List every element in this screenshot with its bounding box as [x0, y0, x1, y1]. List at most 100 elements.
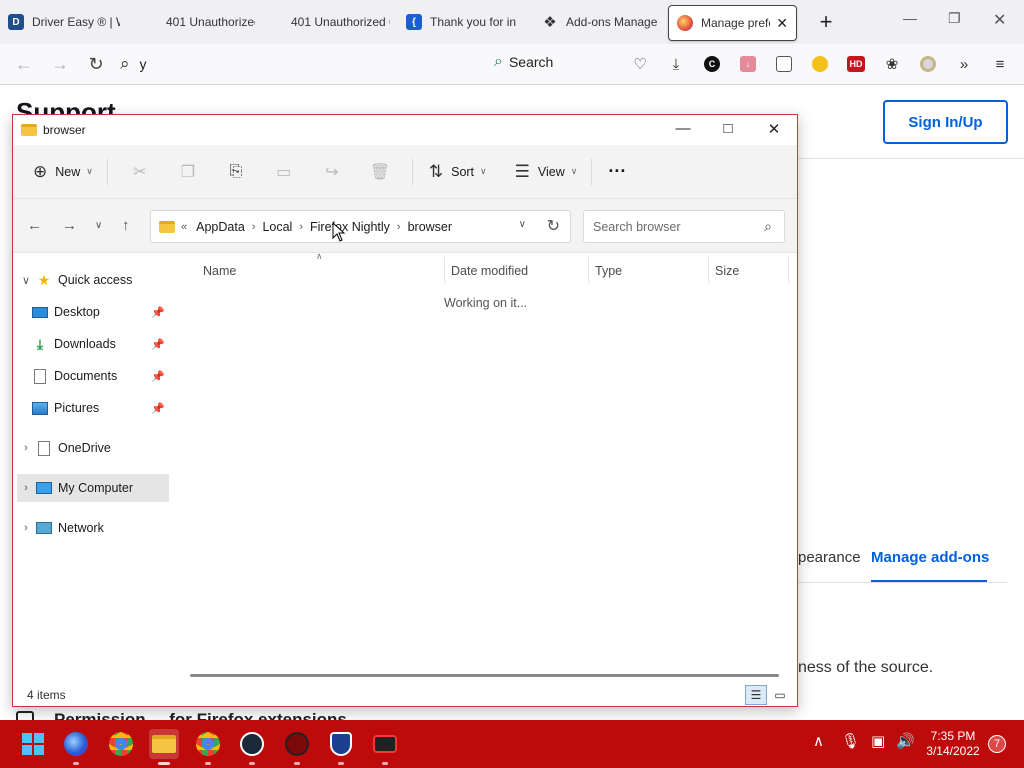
- overflow-chevron-icon[interactable]: «: [181, 221, 187, 233]
- nav-downloads[interactable]: ⤓ Downloads 📌: [17, 330, 169, 358]
- new-button[interactable]: ⊕ New ∨: [33, 156, 93, 188]
- nav-documents[interactable]: Documents 📌: [17, 362, 169, 390]
- explorer-title-bar[interactable]: browser — □ ✕: [13, 115, 797, 145]
- minimize-window-button[interactable]: —: [903, 10, 917, 26]
- microphone-icon[interactable]: 🎙: [841, 732, 860, 750]
- share-icon[interactable]: ↪: [308, 162, 356, 182]
- chevron-down-icon[interactable]: ∨: [17, 274, 35, 287]
- sign-in-button[interactable]: Sign In/Up: [883, 100, 1008, 144]
- close-window-button[interactable]: ✕: [993, 10, 1006, 30]
- column-header-size[interactable]: Size: [715, 260, 739, 282]
- overflow-chevron-icon[interactable]: »: [950, 52, 978, 76]
- extension-download-icon[interactable]: ↓: [734, 52, 762, 76]
- forward-button[interactable]: →: [42, 54, 78, 75]
- extension-avatar-icon[interactable]: [806, 52, 834, 76]
- cut-icon[interactable]: ✂: [116, 162, 164, 182]
- url-bar[interactable]: ⌕ y: [120, 49, 440, 79]
- taskbar-chrome-2[interactable]: [193, 729, 223, 765]
- column-header-type[interactable]: Type: [595, 260, 622, 282]
- close-button[interactable]: ✕: [759, 120, 789, 138]
- extension-c-icon[interactable]: C: [698, 52, 726, 76]
- notification-badge[interactable]: 7: [988, 735, 1006, 753]
- search-bar[interactable]: ⌕ Search: [494, 53, 553, 71]
- maximize-button[interactable]: □: [713, 120, 743, 137]
- taskbar-steam[interactable]: [237, 729, 267, 765]
- details-view-icon[interactable]: ☰: [745, 685, 767, 705]
- hamburger-menu-icon[interactable]: ≡: [986, 52, 1014, 76]
- pin-icon[interactable]: 📌: [151, 402, 165, 415]
- pocket-icon[interactable]: ♡: [626, 52, 654, 76]
- chevron-right-icon[interactable]: ›: [17, 442, 35, 454]
- new-tab-button[interactable]: +: [811, 9, 841, 35]
- recent-locations-icon[interactable]: ∨: [95, 220, 102, 231]
- url-input[interactable]: y: [140, 56, 147, 72]
- tab-thank-you[interactable]: { Thank you for in: [398, 4, 534, 40]
- volume-icon[interactable]: 🔊: [896, 732, 915, 750]
- tab-driver-easy[interactable]: D Driver Easy ® | W: [0, 4, 128, 40]
- show-hidden-icons-icon[interactable]: ∧: [813, 732, 824, 750]
- nav-pictures[interactable]: Pictures 📌: [17, 394, 169, 422]
- breadcrumb-appdata[interactable]: AppData: [196, 220, 245, 234]
- chevron-right-icon[interactable]: ›: [17, 522, 35, 534]
- view-button[interactable]: ☰ View ∨: [515, 156, 578, 188]
- extension-hd-icon[interactable]: HD: [842, 52, 870, 76]
- pin-icon[interactable]: 📌: [151, 370, 165, 383]
- taskbar-recorder[interactable]: [370, 729, 400, 765]
- restore-window-button[interactable]: ❐: [948, 10, 961, 27]
- breadcrumb-firefox-nightly[interactable]: Firefox Nightly: [310, 220, 390, 234]
- back-button[interactable]: ←: [6, 54, 42, 75]
- nav-desktop[interactable]: Desktop 📌: [17, 298, 169, 326]
- column-header-name[interactable]: Name: [203, 260, 236, 282]
- close-tab-icon[interactable]: ✕: [776, 15, 788, 32]
- breadcrumb-local[interactable]: Local: [262, 220, 292, 234]
- delete-icon[interactable]: 🗑: [356, 162, 404, 182]
- nav-my-computer[interactable]: › My Computer: [17, 474, 169, 502]
- tab-manage-preferences[interactable]: Manage prefe ✕: [668, 5, 797, 41]
- chevron-down-icon[interactable]: ∨: [519, 219, 526, 230]
- horizontal-scrollbar[interactable]: [190, 674, 779, 677]
- more-options-icon[interactable]: ···: [608, 156, 626, 188]
- tab-addons-manager[interactable]: ❖ Add-ons Manage: [534, 4, 668, 40]
- back-arrow-icon[interactable]: ←: [27, 217, 42, 234]
- extension-paw-icon[interactable]: ❀: [878, 52, 906, 76]
- running-indicator: [205, 762, 211, 765]
- downloads-icon[interactable]: ⤓: [662, 52, 690, 76]
- search-placeholder: Search browser: [593, 219, 681, 234]
- taskbar-firefox-nightly[interactable]: [61, 729, 91, 765]
- taskbar-chrome[interactable]: [106, 729, 136, 759]
- pin-icon[interactable]: 📌: [151, 306, 165, 319]
- download-arrow-icon: ⤓: [36, 335, 44, 352]
- address-bar[interactable]: « AppData › Local › Firefox Nightly › br…: [150, 210, 571, 243]
- paste-icon[interactable]: ⎘: [212, 163, 260, 181]
- nav-network[interactable]: › Network: [17, 514, 169, 542]
- loading-text: Working on it...: [444, 296, 528, 310]
- tab-appearance[interactable]: pearance: [798, 549, 861, 566]
- start-button[interactable]: [18, 729, 48, 759]
- column-header-date-modified[interactable]: Date modified: [451, 260, 528, 282]
- tab-401-unauthorized-1[interactable]: 401 Unauthorized 0: [128, 4, 263, 40]
- up-arrow-icon[interactable]: ↑: [122, 217, 130, 234]
- refresh-icon[interactable]: ↻: [547, 216, 560, 236]
- nav-onedrive[interactable]: › OneDrive: [17, 434, 169, 462]
- search-input[interactable]: Search browser ⌕: [583, 210, 785, 243]
- extension-disc-icon[interactable]: [914, 52, 942, 76]
- clock[interactable]: 7:35 PM 3/14/2022: [920, 729, 986, 759]
- reload-button[interactable]: ↻: [78, 54, 114, 75]
- copy-icon[interactable]: ❐: [164, 162, 212, 182]
- extension-window-icon[interactable]: [770, 52, 798, 76]
- network-icon[interactable]: ▣: [871, 732, 885, 750]
- taskbar-shield-app[interactable]: [326, 729, 356, 765]
- sort-button[interactable]: ⇅ Sort ∨: [429, 156, 487, 188]
- large-icons-view-icon[interactable]: ▭: [769, 685, 791, 705]
- forward-arrow-icon[interactable]: →: [62, 217, 77, 234]
- breadcrumb-browser[interactable]: browser: [408, 220, 452, 234]
- taskbar-app-red[interactable]: [282, 729, 312, 765]
- rename-icon[interactable]: ▭: [260, 162, 308, 182]
- minimize-button[interactable]: —: [668, 120, 698, 137]
- tab-401-unauthorized-2[interactable]: 401 Unauthorized 0: [263, 4, 398, 40]
- taskbar-file-explorer[interactable]: [149, 729, 179, 765]
- pin-icon[interactable]: 📌: [151, 338, 165, 351]
- nav-quick-access[interactable]: ∨ ★ Quick access: [17, 266, 169, 294]
- tab-manage-addons[interactable]: Manage add-ons: [871, 549, 989, 566]
- chevron-right-icon[interactable]: ›: [17, 482, 35, 494]
